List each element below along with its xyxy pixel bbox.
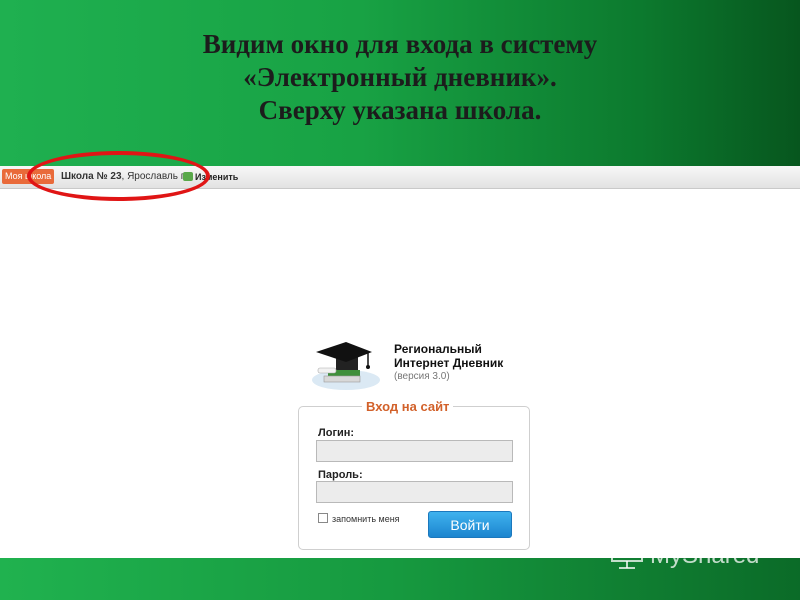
remember-me-checkbox[interactable]: [318, 513, 328, 523]
slide-title-line: Видим окно для входа в систему: [202, 29, 598, 59]
slide-title-line: Сверху указана школа.: [258, 95, 542, 125]
presentation-board-icon: [611, 542, 643, 569]
slide-title: Видим окно для входа в систему «Электрон…: [0, 28, 800, 127]
annotation-ellipse: [27, 151, 210, 201]
remember-me[interactable]: запомнить меня: [318, 513, 400, 525]
watermark: MyShared: [610, 538, 790, 574]
login-label: Логин:: [318, 427, 355, 439]
password-input[interactable]: [316, 481, 513, 503]
remember-me-label: запомнить меня: [332, 514, 400, 524]
watermark-text: MyShared: [650, 542, 760, 569]
slide-title-line: «Электронный дневник».: [243, 62, 557, 92]
login-form-legend: Вход на сайт: [362, 399, 454, 415]
login-input[interactable]: [316, 440, 513, 462]
logo-title-line: Интернет Дневник: [394, 356, 504, 370]
login-button[interactable]: Войти: [428, 511, 512, 538]
logo-title-line: Региональный: [394, 342, 482, 356]
logo-version: (версия 3.0): [394, 371, 450, 382]
logo-text: Региональный Интернет Дневник (версия 3.…: [394, 342, 503, 384]
graduation-cap-books-icon: [312, 342, 380, 390]
